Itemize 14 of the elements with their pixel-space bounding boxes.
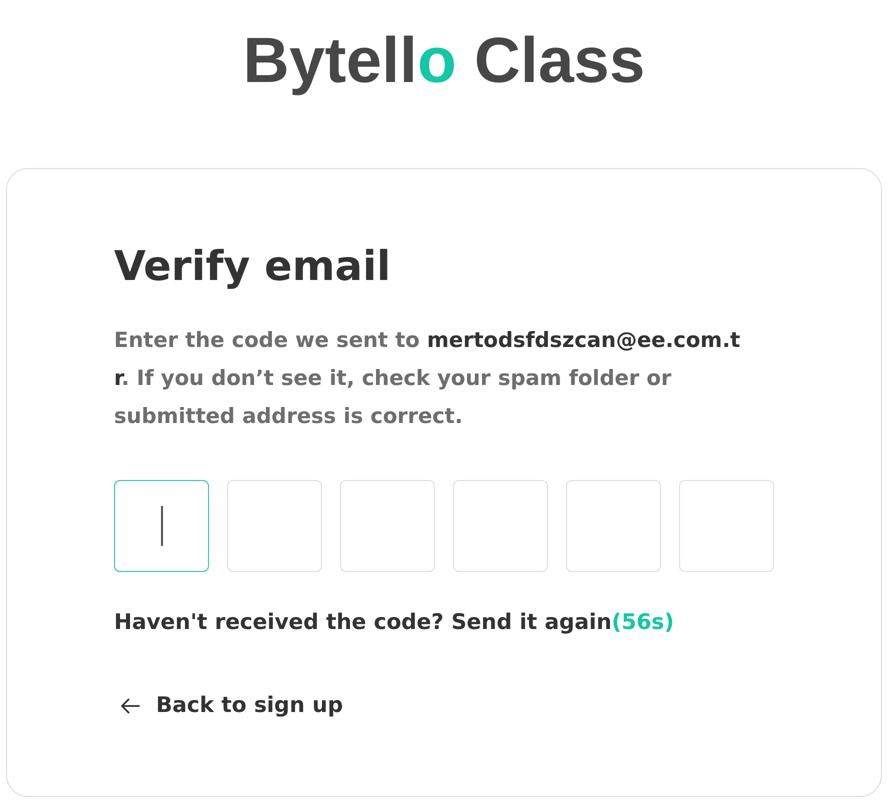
resend-prompt: Haven't received the code? Send it again (114, 610, 612, 635)
instructions-text: Enter the code we sent to mertodsfdszcan@ee.com.tr. If you don’t see it, check your spam folder or submitted address is correct. (114, 327, 742, 430)
arrow-left-icon (120, 698, 140, 714)
text-cursor (160, 506, 162, 546)
code-digit-field[interactable] (566, 480, 661, 572)
code-digit-field[interactable] (453, 480, 548, 572)
code-digit-field[interactable] (114, 480, 209, 572)
resend-countdown: (56s) (612, 610, 674, 635)
code-digit-field[interactable] (340, 480, 435, 572)
page-title: Verify email (114, 241, 392, 291)
code-digit-field[interactable] (679, 480, 774, 572)
code-digit-field[interactable] (227, 480, 322, 572)
logo-wordmark: Bytello Class (243, 23, 645, 98)
back-to-sign-up-link[interactable]: Back to sign up (114, 691, 344, 721)
